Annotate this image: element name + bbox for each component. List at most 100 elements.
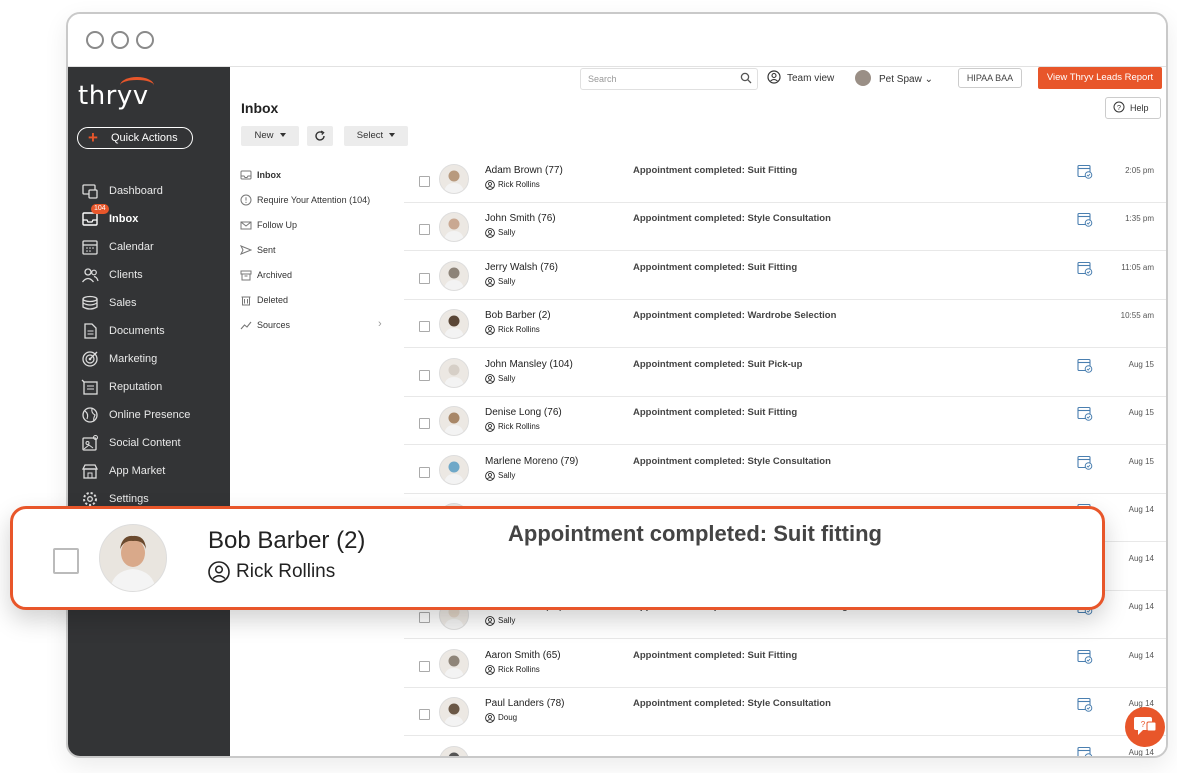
trash-icon [241,296,251,306]
archive-icon [240,270,252,281]
message-checkbox[interactable] [419,321,430,332]
chevron-down-icon: ⌄ [924,74,933,85]
message-checkbox[interactable] [419,661,430,672]
sidebar-item-label: Dashboard [109,185,163,197]
message-row[interactable]: Adam Brown (77) Rick Rollins Appointment c… [404,154,1166,203]
dashboard-icon [82,184,98,199]
sidebar-item-clients[interactable]: Clients [81,263,229,287]
message-checkbox[interactable] [419,273,430,284]
sidebar-item-documents[interactable]: Documents [81,319,229,343]
select-button[interactable]: Select [344,126,408,146]
sidebar-item-label: Online Presence [109,409,191,421]
sidebar-item-reputation[interactable]: Reputation [81,375,229,399]
message-time: Aug 14 [1128,651,1154,660]
sidebar-item-inbox[interactable]: 104 Inbox [81,204,229,231]
chat-widget-button[interactable]: ? [1125,707,1165,747]
sidebar-item-online-presence[interactable]: Online Presence [81,403,229,427]
assignee-name: Sally [498,228,516,238]
globe-icon [82,407,98,423]
sidebar-item-label: App Market [109,465,166,477]
message-time: 11:05 am [1121,263,1154,272]
folder-inbox[interactable]: Inbox [240,166,400,186]
folder-deleted[interactable]: Deleted [240,291,400,311]
search-input[interactable]: Search [580,68,758,90]
person-icon [485,277,495,287]
message-row[interactable]: Paul Landers (78) Doug Appointment complet… [404,687,1166,736]
quick-actions-button[interactable]: + Quick Actions [77,127,193,149]
highlighted-message-callout[interactable]: Bob Barber (2) Rick Rollins Appointment … [10,506,1105,610]
folder-follow-up[interactable]: Follow Up [240,216,400,236]
view-leads-report-button[interactable]: View Thryv Leads Report [1038,67,1162,89]
message-checkbox[interactable] [419,612,430,623]
inbox-count-badge: 104 [91,204,109,214]
person-icon [485,713,495,723]
message-time: Aug 14 [1128,602,1154,611]
message-row[interactable]: John Mansley (104) Sally Appointment compl… [404,348,1166,397]
user-name: Pet Spaw ⌄ [879,74,933,85]
person-icon [485,422,495,432]
message-subject: Appointment completed: Suit Fitting [633,650,798,661]
message-row[interactable]: Aug 14 [404,736,1166,756]
topbar: Search Team view Pet Spaw ⌄ HIPAA BAA Vi… [230,67,1166,91]
message-row[interactable]: Denise Long (76) Rick Rollins Appointment … [404,396,1166,445]
message-checkbox[interactable] [419,467,430,478]
sidebar-item-sales[interactable]: Sales [81,291,229,315]
message-checkbox[interactable] [419,224,430,235]
message-checkbox[interactable] [419,370,430,381]
calendar-check-icon [1077,746,1093,756]
contact-avatar [439,406,469,436]
folder-sources[interactable]: Sources › [240,316,400,336]
window-control-maximize[interactable] [136,31,154,49]
message-row[interactable]: Bob Barber (2) Rick Rollins Appointment co… [404,299,1166,348]
contact-avatar [439,358,469,388]
sidebar-item-calendar[interactable]: Calendar [81,235,229,259]
social-content-icon [82,435,98,451]
message-checkbox[interactable] [419,176,430,187]
chat-icon: ? [1134,717,1157,735]
contact-avatar [439,697,469,727]
svg-text:?: ? [1117,103,1121,112]
folder-archived[interactable]: Archived [240,266,400,286]
folder-label: Deleted [257,295,289,305]
message-subject: Appointment completed: Style Consultatio… [633,698,831,709]
message-row[interactable]: Marlene Moreno (79) Sally Appointment comp… [404,445,1166,494]
assignee-name: Sally [498,616,516,626]
sidebar-item-social-content[interactable]: Social Content [81,431,229,455]
team-view-toggle[interactable]: Team view [767,70,834,87]
window-control-close[interactable] [86,31,104,49]
person-icon [485,180,495,190]
message-row[interactable]: Jerry Walsh (76) Sally Appointment complet… [404,251,1166,300]
caret-down-icon [279,133,286,138]
message-row[interactable]: Aaron Smith (65) Rick Rollins Appointment … [404,639,1166,688]
window-control-minimize[interactable] [111,31,129,49]
folder-label: Follow Up [257,220,298,230]
person-icon [485,325,495,335]
person-portrait-icon [440,747,468,756]
folder-sent[interactable]: Sent [240,241,400,261]
search-placeholder: Search [588,74,617,84]
folder-require-your-attention-104[interactable]: Require Your Attention (104) [240,191,400,211]
message-checkbox[interactable] [53,548,79,574]
contact-avatar [439,212,469,242]
callout-assignee-name: Rick Rollins [236,561,336,583]
hipaa-baa-button[interactable]: HIPAA BAA [958,68,1022,88]
assignee-name: Sally [498,471,516,481]
sidebar-item-dashboard[interactable]: Dashboard [81,179,229,203]
new-button[interactable]: New [241,126,299,146]
assignee-name: Rick Rollins [498,665,540,675]
marketing-icon [82,351,98,367]
person-portrait-icon [100,525,166,591]
sidebar-item-app-market[interactable]: App Market [81,459,229,483]
person-portrait-icon [440,262,468,290]
message-checkbox[interactable] [419,709,430,720]
refresh-button[interactable] [307,126,333,146]
reputation-icon [81,379,98,395]
sidebar-item-marketing[interactable]: Marketing [81,347,229,371]
inbox-tray-icon [240,170,252,180]
contact-avatar [439,455,469,485]
help-button[interactable]: ? Help [1105,97,1161,119]
assignee-name: Rick Rollins [498,325,540,335]
assignee-name: Rick Rollins [498,422,540,432]
message-checkbox[interactable] [419,418,430,429]
message-row[interactable]: John Smith (76) Sally Appointment complete… [404,202,1166,251]
